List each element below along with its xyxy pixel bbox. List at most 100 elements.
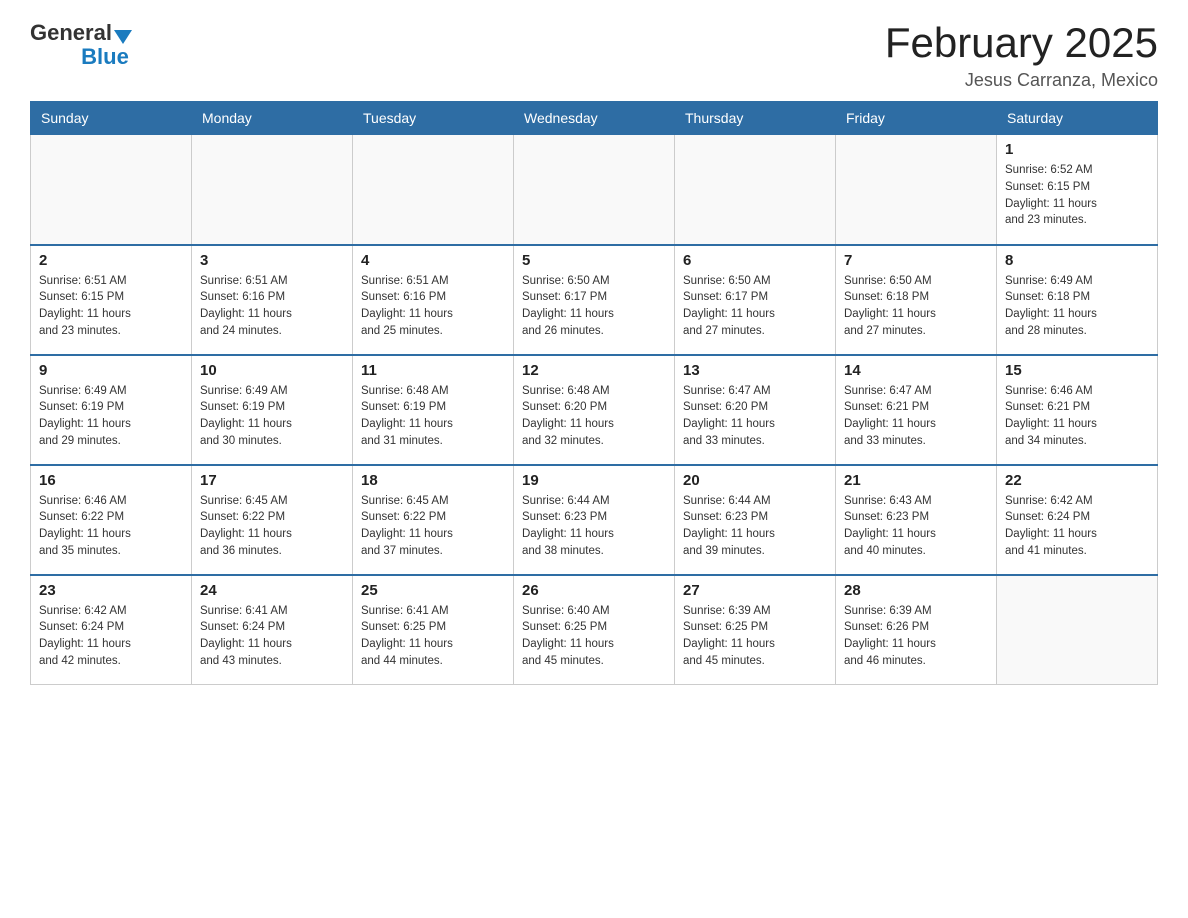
- day-info: Sunrise: 6:40 AMSunset: 6:25 PMDaylight:…: [522, 603, 666, 670]
- day-number: 27: [683, 582, 827, 599]
- day-number: 8: [1005, 252, 1149, 269]
- col-saturday: Saturday: [997, 102, 1158, 135]
- day-number: 25: [361, 582, 505, 599]
- day-info: Sunrise: 6:39 AMSunset: 6:25 PMDaylight:…: [683, 603, 827, 670]
- day-cell: 5 Sunrise: 6:50 AMSunset: 6:17 PMDaylight…: [514, 245, 675, 355]
- day-number: 13: [683, 362, 827, 379]
- day-cell: [675, 135, 836, 245]
- day-number: 3: [200, 252, 344, 269]
- day-info: Sunrise: 6:42 AMSunset: 6:24 PMDaylight:…: [1005, 493, 1149, 560]
- day-cell: 8 Sunrise: 6:49 AMSunset: 6:18 PMDaylight…: [997, 245, 1158, 355]
- col-sunday: Sunday: [31, 102, 192, 135]
- day-info: Sunrise: 6:41 AMSunset: 6:24 PMDaylight:…: [200, 603, 344, 670]
- day-info: Sunrise: 6:51 AMSunset: 6:15 PMDaylight:…: [39, 273, 183, 340]
- day-cell: [836, 135, 997, 245]
- day-info: Sunrise: 6:46 AMSunset: 6:22 PMDaylight:…: [39, 493, 183, 560]
- day-number: 7: [844, 252, 988, 269]
- location-title: Jesus Carranza, Mexico: [885, 70, 1158, 91]
- logo-blue-text: Blue: [81, 44, 129, 69]
- day-number: 1: [1005, 141, 1149, 158]
- day-cell: 7 Sunrise: 6:50 AMSunset: 6:18 PMDaylight…: [836, 245, 997, 355]
- day-info: Sunrise: 6:47 AMSunset: 6:21 PMDaylight:…: [844, 383, 988, 450]
- week-row-2: 2 Sunrise: 6:51 AMSunset: 6:15 PMDaylight…: [31, 245, 1158, 355]
- day-number: 17: [200, 472, 344, 489]
- day-cell: [514, 135, 675, 245]
- day-number: 6: [683, 252, 827, 269]
- day-cell: 24 Sunrise: 6:41 AMSunset: 6:24 PMDayligh…: [192, 575, 353, 685]
- day-info: Sunrise: 6:45 AMSunset: 6:22 PMDaylight:…: [200, 493, 344, 560]
- day-cell: 18Sunrise: 6:45 AMSunset: 6:22 PMDayligh…: [353, 465, 514, 575]
- day-cell: 2 Sunrise: 6:51 AMSunset: 6:15 PMDaylight…: [31, 245, 192, 355]
- day-cell: 12 Sunrise: 6:48 AMSunset: 6:20 PMDayligh…: [514, 355, 675, 465]
- week-row-4: 16Sunrise: 6:46 AMSunset: 6:22 PMDayligh…: [31, 465, 1158, 575]
- day-cell: 20 Sunrise: 6:44 AMSunset: 6:23 PMDayligh…: [675, 465, 836, 575]
- logo-general-text: General: [30, 20, 112, 46]
- day-cell: 22 Sunrise: 6:42 AMSunset: 6:24 PMDayligh…: [997, 465, 1158, 575]
- day-cell: [997, 575, 1158, 685]
- day-cell: 21 Sunrise: 6:43 AMSunset: 6:23 PMDayligh…: [836, 465, 997, 575]
- day-number: 9: [39, 362, 183, 379]
- day-info: Sunrise: 6:44 AMSunset: 6:23 PMDaylight:…: [683, 493, 827, 560]
- logo-icon: General Blue: [30, 20, 132, 70]
- day-number: 22: [1005, 472, 1149, 489]
- day-info: Sunrise: 6:48 AMSunset: 6:19 PMDaylight:…: [361, 383, 505, 450]
- day-cell: 19 Sunrise: 6:44 AMSunset: 6:23 PMDayligh…: [514, 465, 675, 575]
- week-row-3: 9 Sunrise: 6:49 AMSunset: 6:19 PMDaylight…: [31, 355, 1158, 465]
- day-info: Sunrise: 6:41 AMSunset: 6:25 PMDaylight:…: [361, 603, 505, 670]
- title-section: February 2025 Jesus Carranza, Mexico: [885, 20, 1158, 91]
- header-row: Sunday Monday Tuesday Wednesday Thursday…: [31, 102, 1158, 135]
- day-cell: 15 Sunrise: 6:46 AMSunset: 6:21 PMDayligh…: [997, 355, 1158, 465]
- day-cell: 27 Sunrise: 6:39 AMSunset: 6:25 PMDayligh…: [675, 575, 836, 685]
- day-number: 21: [844, 472, 988, 489]
- day-number: 5: [522, 252, 666, 269]
- day-cell: 28 Sunrise: 6:39 AMSunset: 6:26 PMDayligh…: [836, 575, 997, 685]
- day-number: 28: [844, 582, 988, 599]
- day-cell: 25 Sunrise: 6:41 AMSunset: 6:25 PMDayligh…: [353, 575, 514, 685]
- day-number: 18: [361, 472, 505, 489]
- day-number: 15: [1005, 362, 1149, 379]
- day-info: Sunrise: 6:50 AMSunset: 6:17 PMDaylight:…: [522, 273, 666, 340]
- day-cell: 4Sunrise: 6:51 AMSunset: 6:16 PMDaylight…: [353, 245, 514, 355]
- day-cell: 1 Sunrise: 6:52 AMSunset: 6:15 PMDaylight…: [997, 135, 1158, 245]
- col-tuesday: Tuesday: [353, 102, 514, 135]
- day-info: Sunrise: 6:50 AMSunset: 6:17 PMDaylight:…: [683, 273, 827, 340]
- logo-arrow-icon: [114, 30, 132, 44]
- col-monday: Monday: [192, 102, 353, 135]
- day-info: Sunrise: 6:47 AMSunset: 6:20 PMDaylight:…: [683, 383, 827, 450]
- logo: General Blue: [30, 20, 132, 70]
- day-info: Sunrise: 6:52 AMSunset: 6:15 PMDaylight:…: [1005, 162, 1149, 229]
- day-cell: 10 Sunrise: 6:49 AMSunset: 6:19 PMDayligh…: [192, 355, 353, 465]
- day-cell: 9Sunrise: 6:49 AMSunset: 6:19 PMDaylight…: [31, 355, 192, 465]
- day-cell: 13 Sunrise: 6:47 AMSunset: 6:20 PMDayligh…: [675, 355, 836, 465]
- day-number: 23: [39, 582, 183, 599]
- day-info: Sunrise: 6:48 AMSunset: 6:20 PMDaylight:…: [522, 383, 666, 450]
- day-cell: 16Sunrise: 6:46 AMSunset: 6:22 PMDayligh…: [31, 465, 192, 575]
- day-cell: 23Sunrise: 6:42 AMSunset: 6:24 PMDayligh…: [31, 575, 192, 685]
- day-number: 20: [683, 472, 827, 489]
- day-cell: 17 Sunrise: 6:45 AMSunset: 6:22 PMDayligh…: [192, 465, 353, 575]
- day-cell: [192, 135, 353, 245]
- page-header: General Blue February 2025 Jesus Carranz…: [30, 20, 1158, 91]
- day-info: Sunrise: 6:49 AMSunset: 6:18 PMDaylight:…: [1005, 273, 1149, 340]
- day-info: Sunrise: 6:39 AMSunset: 6:26 PMDaylight:…: [844, 603, 988, 670]
- day-number: 26: [522, 582, 666, 599]
- day-number: 10: [200, 362, 344, 379]
- day-number: 19: [522, 472, 666, 489]
- day-number: 4: [361, 252, 505, 269]
- day-number: 24: [200, 582, 344, 599]
- day-number: 12: [522, 362, 666, 379]
- day-cell: [31, 135, 192, 245]
- day-cell: 14Sunrise: 6:47 AMSunset: 6:21 PMDayligh…: [836, 355, 997, 465]
- day-info: Sunrise: 6:50 AMSunset: 6:18 PMDaylight:…: [844, 273, 988, 340]
- day-info: Sunrise: 6:46 AMSunset: 6:21 PMDaylight:…: [1005, 383, 1149, 450]
- day-cell: 26 Sunrise: 6:40 AMSunset: 6:25 PMDayligh…: [514, 575, 675, 685]
- week-row-1: 1 Sunrise: 6:52 AMSunset: 6:15 PMDaylight…: [31, 135, 1158, 245]
- day-cell: [353, 135, 514, 245]
- day-number: 2: [39, 252, 183, 269]
- day-info: Sunrise: 6:49 AMSunset: 6:19 PMDaylight:…: [200, 383, 344, 450]
- day-info: Sunrise: 6:43 AMSunset: 6:23 PMDaylight:…: [844, 493, 988, 560]
- month-title: February 2025: [885, 20, 1158, 66]
- col-thursday: Thursday: [675, 102, 836, 135]
- day-info: Sunrise: 6:44 AMSunset: 6:23 PMDaylight:…: [522, 493, 666, 560]
- week-row-5: 23Sunrise: 6:42 AMSunset: 6:24 PMDayligh…: [31, 575, 1158, 685]
